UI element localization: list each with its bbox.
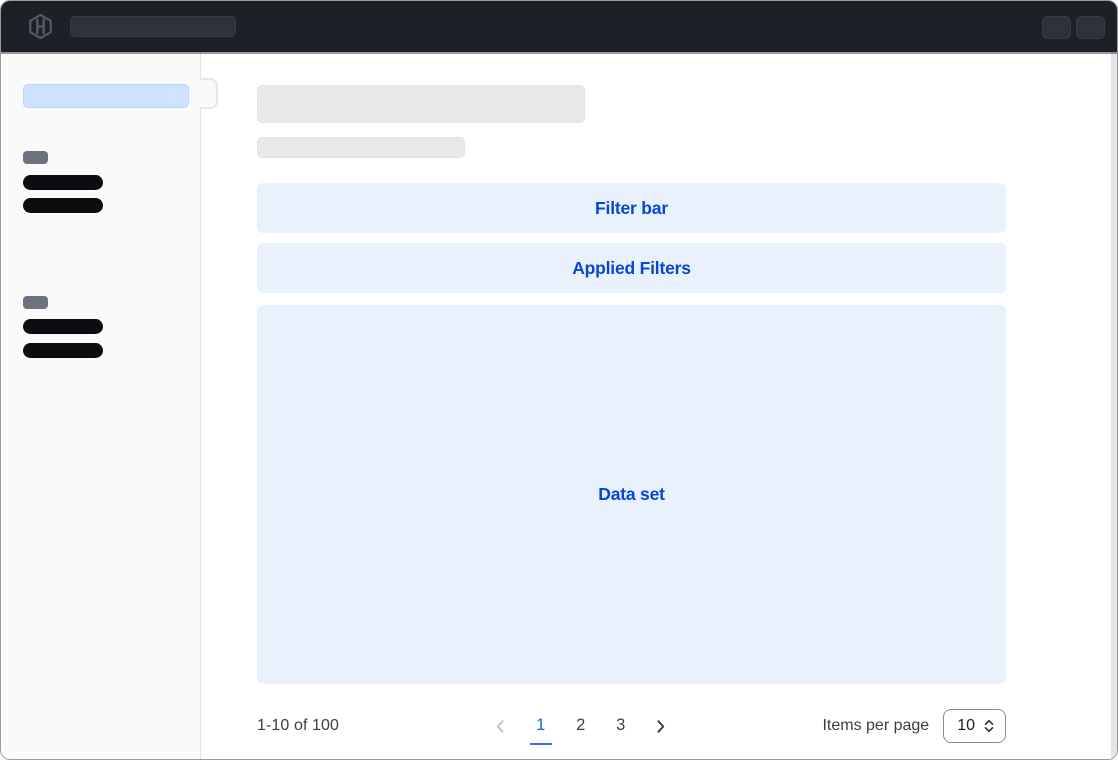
pager: 1 2 3: [488, 706, 674, 746]
data-set-label: Data set: [598, 484, 665, 505]
sidebar-item-skeleton-2: [23, 198, 103, 213]
pagination-bar: 1-10 of 100 1 2 3 Items per: [257, 704, 1006, 748]
applied-filters-label: Applied Filters: [572, 258, 691, 279]
page-button-2[interactable]: 2: [568, 706, 594, 746]
pagination-range-label: 1-10 of 100: [257, 717, 339, 735]
filter-bar-placeholder: Filter bar: [257, 183, 1006, 233]
hashicorp-logo-icon[interactable]: [27, 13, 54, 40]
page-number: 3: [610, 707, 632, 745]
sidebar-item-skeleton-4: [23, 343, 103, 358]
page-number: 2: [570, 707, 592, 745]
items-per-page-label: Items per page: [822, 717, 929, 735]
chevron-left-icon[interactable]: [488, 706, 514, 746]
header-action-skeleton-2: [1076, 16, 1105, 39]
sidebar-collapse-toggle[interactable]: [200, 78, 218, 109]
sidebar-section-label-skeleton-1: [23, 151, 48, 164]
chevron-right-icon[interactable]: [648, 706, 674, 746]
data-set-placeholder: Data set: [257, 305, 1006, 684]
items-per-page-value: 10: [957, 717, 975, 735]
page-button-1[interactable]: 1: [528, 706, 554, 746]
applied-filters-placeholder: Applied Filters: [257, 243, 1006, 293]
scrollbar-track[interactable]: [1111, 52, 1117, 759]
items-per-page: Items per page 10: [822, 709, 1006, 743]
sidebar-item-skeleton-3: [23, 319, 103, 334]
main-content: Filter bar Applied Filters Data set 1-10…: [201, 52, 1111, 759]
app-window: Filter bar Applied Filters Data set 1-10…: [0, 0, 1118, 760]
page-number: 1: [530, 707, 552, 745]
unfold-chevrons-icon: [982, 718, 996, 734]
filter-bar-label: Filter bar: [595, 198, 668, 219]
page-subtitle-skeleton: [257, 137, 465, 158]
sidebar-section-label-skeleton-2: [23, 296, 48, 309]
items-per-page-select[interactable]: 10: [943, 709, 1006, 743]
page-button-3[interactable]: 3: [608, 706, 634, 746]
page-title-skeleton: [257, 85, 585, 123]
sidebar-item-skeleton-1: [23, 175, 103, 190]
header-search-skeleton: [70, 16, 236, 37]
app-header: [1, 1, 1117, 52]
sidebar: [1, 52, 201, 759]
sidebar-selected-item-skeleton: [23, 84, 189, 108]
header-action-skeleton-1: [1042, 16, 1071, 39]
